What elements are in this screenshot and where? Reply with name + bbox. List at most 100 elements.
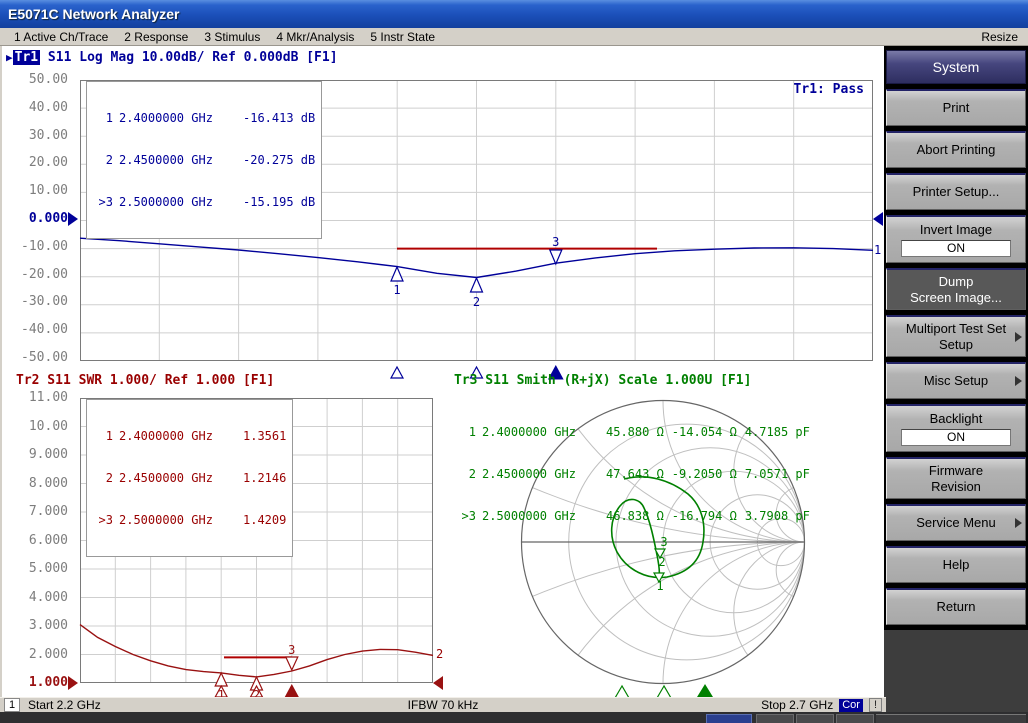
sidebar-button-help[interactable]: Help [886,546,1026,583]
tr2-marker-table: 12.4000000 GHz1.3561 22.4500000 GHz1.214… [86,399,293,557]
menu-active-ch-trace[interactable]: 1 Active Ch/Trace [6,30,116,44]
tr1-stimulus-marker1-icon [391,367,403,378]
y-tick-label: 4.000 [8,591,68,605]
tr1-marker1-number: 1 [393,283,400,297]
taskbar-fragment[interactable] [836,714,874,723]
tr1-marker2-flag-icon [471,278,483,292]
window-title: E5071C Network Analyzer [8,6,179,22]
marker-row: 22.4500000 GHz-20.275 dB [93,153,315,167]
y-tick-label: 11.00 [8,391,68,405]
y-tick-label: 10.00 [8,184,68,198]
sidebar-button-printer-setup[interactable]: Printer Setup... [886,173,1026,210]
sidebar-button-firmware-revision[interactable]: FirmwareRevision [886,457,1026,499]
tr1-ref-arrow-left-icon [68,212,78,226]
y-tick-label: 10.00 [8,420,68,434]
menu-response[interactable]: 2 Response [116,30,196,44]
sidebar-button-label: Setup [939,337,973,353]
title-bar: E5071C Network Analyzer [0,0,1028,28]
sidebar-button-invert-image[interactable]: Invert ImageON [886,215,1026,263]
tr3-header[interactable]: Tr3 S11 Smith (R+jX) Scale 1.000U [F1] [454,373,751,388]
sidebar-button-label: Abort Printing [917,142,996,158]
tr2-ref-arrow-left-icon [68,676,78,690]
menu-stimulus[interactable]: 3 Stimulus [196,30,268,44]
sidebar-button-label: Return [936,599,975,615]
tr1-chip: Tr1 [13,50,40,65]
sidebar-button-print[interactable]: Print [886,89,1026,126]
tr1-header[interactable]: ▶Tr1 S11 Log Mag 10.00dB/ Ref 0.000dB [F… [6,50,338,65]
menu-mkr-analysis[interactable]: 4 Mkr/Analysis [268,30,362,44]
sidebar-button-label: Firmware [929,463,983,479]
tr2-marker3-flag-icon [286,657,298,670]
y-tick-label: 50.00 [8,73,68,87]
sidebar-button-return[interactable]: Return [886,588,1026,625]
y-tick-label: 3.000 [8,619,68,633]
ifbw-readout: IFBW 70 kHz [0,698,886,712]
softkey-sidebar: System Print Abort Printing Printer Setup.… [884,46,1028,712]
tr3-marker2-number: 2 [658,555,665,569]
y-tick-label: -50.00 [8,351,68,365]
stop-frequency: Stop 2.7 GHz [761,698,833,712]
sidebar-button-label: Multiport Test Set [906,321,1006,337]
tr1-marker-table: 12.4000000 GHz-16.413 dB 22.4500000 GHz-… [86,81,322,239]
marker-row: >32.5000000 GHz-15.195 dB [93,195,315,209]
submenu-arrow-icon [1015,332,1022,342]
marker-row: >32.5000000 GHz1.4209 [93,513,286,527]
submenu-arrow-icon [1015,518,1022,528]
sidebar-button-backlight[interactable]: Backlight ON [886,404,1026,452]
sidebar-button-multiport-test-set-setup[interactable]: Multiport Test SetSetup [886,315,1026,357]
tr1-pass-status: Tr1: Pass [794,82,864,97]
taskbar-clock-fragment [876,714,1026,723]
sidebar-button-label: Print [943,100,970,116]
y-tick-label: 6.000 [8,534,68,548]
tr1-trace-end-number: 1 [874,243,881,257]
y-tick-label: 20.00 [8,156,68,170]
y-tick-label: 5.000 [8,562,68,576]
marker-row: 22.4500000 GHz47.643 Ω-9.2050 Ω7.0571 pF [456,467,810,481]
taskbar-fragment[interactable] [756,714,794,723]
tr1-marker2-number: 2 [473,295,480,309]
y-tick-label: 8.000 [8,477,68,491]
sidebar-button-dump-screen-image[interactable]: DumpScreen Image... [886,268,1026,310]
y-tick-label: -40.00 [8,323,68,337]
toggle-value: ON [901,429,1011,446]
marker-row: 12.4000000 GHz1.3561 [93,429,286,443]
correction-badge: Cor [839,699,863,712]
tr1-format-text: S11 Log Mag 10.00dB/ Ref 0.000dB [F1] [40,50,337,65]
sidebar-button-label: Service Menu [916,515,995,531]
tr3-marker1-number: 1 [656,579,663,593]
taskbar-fragment[interactable] [706,714,752,723]
y-tick-label: -30.00 [8,295,68,309]
marker-row: 22.4500000 GHz1.2146 [93,471,286,485]
tr1-ref-arrow-right-icon [873,212,883,226]
sidebar-button-label: Backlight [930,411,983,427]
sidebar-empty-area [884,630,1028,712]
sidebar-button-service-menu[interactable]: Service Menu [886,504,1026,541]
y-tick-label: 40.00 [8,101,68,115]
clipped-taskbar [0,712,1028,723]
y-tick-label: -20.00 [8,268,68,282]
active-trace-arrow-icon: ▶ [6,51,13,64]
softkey-menu-title: System [886,50,1026,84]
tr1-marker3-number: 3 [552,235,559,249]
tr3-marker-table: 12.4000000 GHz45.880 Ω-14.054 Ω4.7185 pF… [450,396,816,552]
resize-control[interactable]: Resize [977,30,1022,44]
taskbar-fragment[interactable] [796,714,834,723]
sidebar-button-misc-setup[interactable]: Misc Setup [886,362,1026,399]
marker-row: 12.4000000 GHz-16.413 dB [93,111,315,125]
tr2-header[interactable]: Tr2 S11 SWR 1.000/ Ref 1.000 [F1] [16,373,274,388]
menu-instr-state[interactable]: 5 Instr State [362,30,443,44]
status-bar: 1 Start 2.2 GHz IFBW 70 kHz Stop 2.7 GHz… [0,697,886,712]
marker-row: 12.4000000 GHz45.880 Ω-14.054 Ω4.7185 pF [456,425,810,439]
sidebar-button-abort-printing[interactable]: Abort Printing [886,131,1026,168]
marker-row: >32.5000000 GHz46.838 Ω-16.794 Ω3.7908 p… [456,509,810,523]
tr1-marker3-flag-icon [550,250,562,264]
sidebar-button-label: Invert Image [920,222,992,238]
sidebar-button-label: Misc Setup [924,373,988,389]
submenu-arrow-icon [1015,376,1022,386]
warning-badge: ! [869,698,882,712]
y-tick-label: -10.00 [8,240,68,254]
tr2-y-axis: 11.0010.009.0008.0007.0006.0005.0004.000… [8,391,68,690]
tr1-marker1-flag-icon [391,267,403,281]
sidebar-button-label: Help [943,557,970,573]
e5071c-screen: E5071C Network Analyzer 1 Active Ch/Trac… [0,0,1028,723]
